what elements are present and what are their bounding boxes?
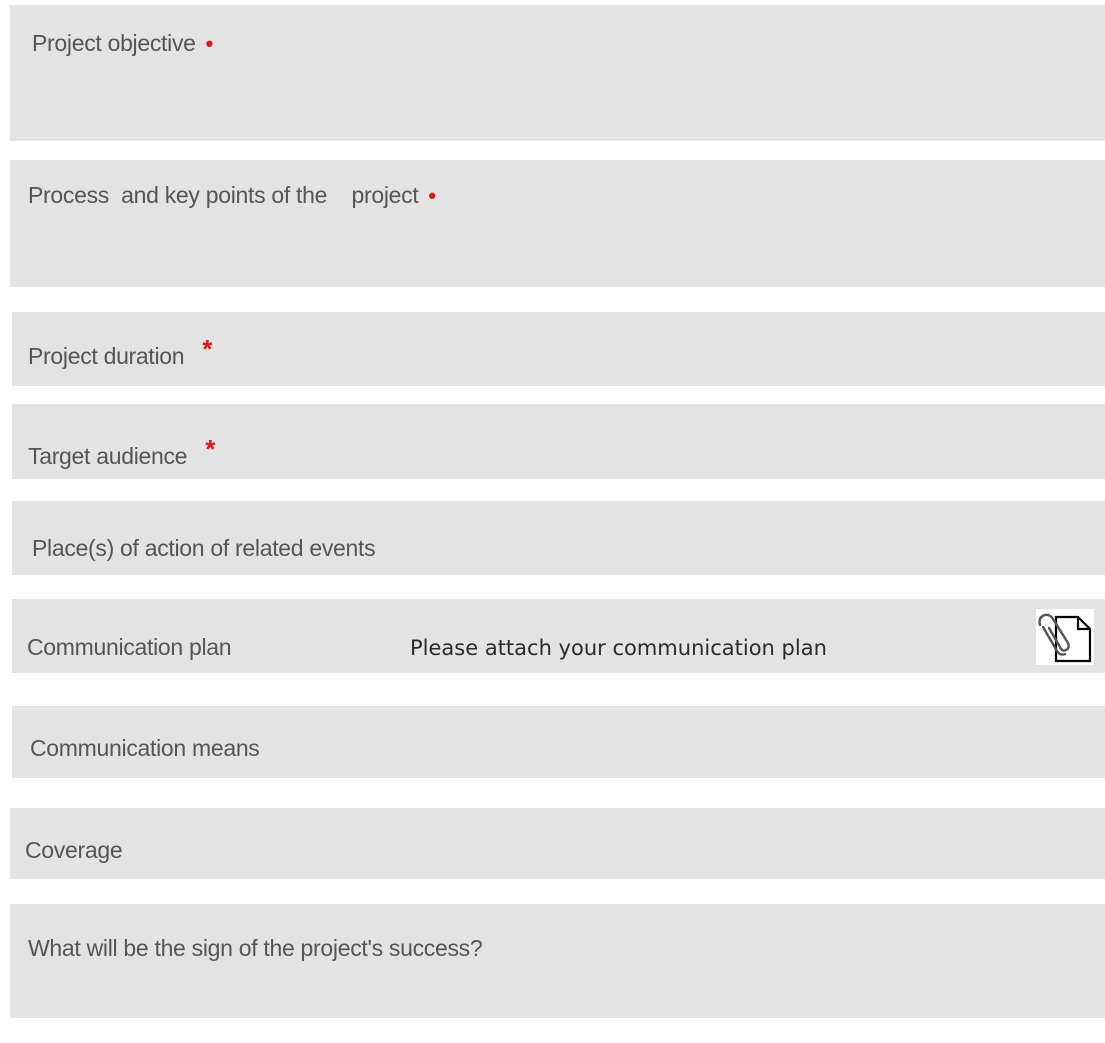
project-duration-field[interactable]: Project duration * bbox=[12, 312, 1105, 386]
project-success-field[interactable]: What will be the sign of the project's s… bbox=[10, 904, 1105, 1018]
process-key-points-field[interactable]: Process and key points of the project • bbox=[10, 160, 1105, 287]
project-objective-field[interactable]: Project objective • bbox=[10, 5, 1105, 141]
field-label: Place(s) of action of related events bbox=[32, 535, 376, 561]
field-label: Process and key points of the project • bbox=[28, 182, 436, 208]
required-indicator: • bbox=[205, 31, 214, 56]
target-audience-field[interactable]: Target audience * bbox=[12, 404, 1105, 479]
communication-means-field[interactable]: Communication means bbox=[12, 706, 1105, 778]
field-label: Project duration * bbox=[28, 334, 213, 369]
required-indicator: * bbox=[202, 334, 213, 364]
required-indicator: * bbox=[205, 434, 216, 464]
field-label: Communication means bbox=[30, 735, 260, 761]
required-indicator: • bbox=[428, 183, 436, 208]
field-label: Target audience * bbox=[28, 434, 216, 469]
coverage-field[interactable]: Coverage bbox=[10, 808, 1105, 879]
field-label: What will be the sign of the project's s… bbox=[28, 935, 483, 961]
attach-hint: Please attach your communication plan bbox=[410, 636, 827, 660]
field-label: Communication plan bbox=[27, 634, 232, 660]
places-of-action-field[interactable]: Place(s) of action of related events bbox=[12, 501, 1105, 575]
paperclip-document-icon[interactable] bbox=[1036, 609, 1094, 665]
communication-plan-field[interactable]: Communication plan Please attach your co… bbox=[12, 599, 1105, 673]
field-label: Project objective • bbox=[32, 30, 214, 56]
field-label: Coverage bbox=[25, 837, 123, 863]
